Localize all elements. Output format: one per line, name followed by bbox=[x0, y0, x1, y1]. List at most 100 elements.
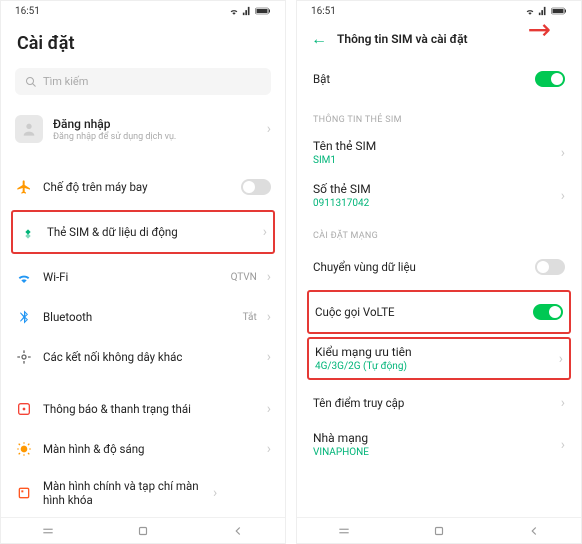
status-icons bbox=[525, 6, 567, 16]
enable-row[interactable]: Bật bbox=[297, 57, 581, 101]
chevron-right-icon: › bbox=[267, 121, 271, 137]
notify-label: Thông báo & thanh trạng thái bbox=[43, 402, 257, 416]
bluetooth-icon bbox=[15, 308, 33, 326]
search-placeholder: Tìm kiếm bbox=[43, 75, 88, 88]
nav-back-icon[interactable] bbox=[230, 523, 246, 539]
carrier-label: Nhà mạng bbox=[313, 431, 561, 445]
chevron-right-icon: › bbox=[561, 437, 565, 453]
home-lock-icon bbox=[15, 484, 33, 502]
right-phone-screen: ↗ 16:51 ← Thông tin SIM và cài đặt Bật T… bbox=[296, 0, 582, 544]
enable-label: Bật bbox=[313, 72, 525, 86]
screen-title: Thông tin SIM và cài đặt bbox=[337, 32, 468, 46]
search-input[interactable]: Tìm kiếm bbox=[15, 68, 271, 95]
wifi-icon bbox=[525, 6, 535, 16]
battery-icon bbox=[551, 6, 567, 16]
chevron-right-icon: › bbox=[213, 485, 217, 501]
bluetooth-label: Bluetooth bbox=[43, 310, 233, 324]
nav-recent-icon[interactable] bbox=[40, 523, 56, 539]
battery-icon bbox=[255, 6, 271, 16]
search-icon bbox=[25, 76, 37, 88]
left-phone-screen: 16:51 Cài đặt Tìm kiếm Đăng nhập Đăng nh… bbox=[0, 0, 286, 544]
volte-row[interactable]: Cuộc gọi VoLTE bbox=[309, 292, 569, 332]
volte-label: Cuộc gọi VoLTE bbox=[315, 305, 523, 319]
chevron-right-icon: › bbox=[267, 309, 271, 325]
home-lock-label: Màn hình chính và tạp chí màn hình khóa bbox=[43, 479, 203, 507]
other-wireless-label: Các kết nối không dây khác bbox=[43, 350, 257, 364]
avatar-icon bbox=[15, 115, 43, 143]
preferred-value: 4G/3G/2G (Tự động) bbox=[315, 361, 559, 372]
roaming-toggle[interactable] bbox=[535, 259, 565, 275]
preferred-row[interactable]: Kiểu mạng ưu tiên 4G/3G/2G (Tự động) › bbox=[309, 339, 569, 378]
login-title: Đăng nhập bbox=[53, 117, 257, 131]
wifi-icon bbox=[15, 268, 33, 286]
nav-home-icon[interactable] bbox=[135, 523, 151, 539]
bluetooth-value: Tắt bbox=[243, 312, 257, 323]
carrier-value: VINAPHONE bbox=[313, 447, 561, 458]
nav-bar bbox=[297, 517, 581, 543]
chevron-right-icon: › bbox=[559, 351, 563, 367]
airplane-toggle[interactable] bbox=[241, 179, 271, 195]
preferred-highlight: Kiểu mạng ưu tiên 4G/3G/2G (Tự động) › bbox=[307, 337, 571, 380]
section-sim-info: THÔNG TIN THẺ SIM bbox=[297, 101, 581, 131]
signal-icon bbox=[242, 6, 252, 16]
nav-home-icon[interactable] bbox=[431, 523, 447, 539]
header: ← Thông tin SIM và cài đặt bbox=[297, 21, 581, 57]
bluetooth-row[interactable]: Bluetooth Tắt › bbox=[1, 297, 285, 337]
status-bar: 16:51 bbox=[1, 1, 285, 21]
enable-toggle[interactable] bbox=[535, 71, 565, 87]
other-wireless-row[interactable]: Các kết nối không dây khác › bbox=[1, 337, 285, 377]
sim-number-row[interactable]: Số thẻ SIM 0911317042 › bbox=[297, 174, 581, 217]
login-row[interactable]: Đăng nhập Đăng nhập để sử dụng dịch vụ. … bbox=[15, 105, 271, 153]
apn-label: Tên điểm truy cập bbox=[313, 396, 551, 410]
chevron-right-icon: › bbox=[561, 188, 565, 204]
volte-toggle[interactable] bbox=[533, 304, 563, 320]
sim-icon bbox=[19, 223, 37, 241]
connection-icon bbox=[15, 348, 33, 366]
chevron-right-icon: › bbox=[561, 395, 565, 411]
back-button[interactable]: ← bbox=[311, 29, 327, 49]
wifi-label: Wi-Fi bbox=[43, 270, 221, 284]
chevron-right-icon: › bbox=[267, 401, 271, 417]
status-bar: 16:51 bbox=[297, 1, 581, 21]
display-row[interactable]: Màn hình & độ sáng › bbox=[1, 429, 285, 469]
volte-highlight: Cuộc gọi VoLTE bbox=[307, 290, 571, 334]
login-sub: Đăng nhập để sử dụng dịch vụ. bbox=[53, 132, 257, 142]
chevron-right-icon: › bbox=[561, 145, 565, 161]
sim-number-label: Số thẻ SIM bbox=[313, 182, 561, 196]
section-network: CÀI ĐẶT MẠNG bbox=[297, 217, 581, 247]
chevron-right-icon: › bbox=[263, 224, 267, 240]
sim-row[interactable]: Thẻ SIM & dữ liệu di động › bbox=[13, 212, 273, 252]
display-label: Màn hình & độ sáng bbox=[43, 442, 257, 456]
airplane-label: Chế độ trên máy bay bbox=[43, 180, 231, 194]
roaming-label: Chuyển vùng dữ liệu bbox=[313, 260, 525, 274]
sim-label: Thẻ SIM & dữ liệu di động bbox=[47, 225, 253, 239]
chevron-right-icon: › bbox=[267, 269, 271, 285]
nav-recent-icon[interactable] bbox=[336, 523, 352, 539]
nav-bar bbox=[1, 517, 285, 543]
sim-number-value: 0911317042 bbox=[313, 198, 561, 209]
chevron-right-icon: › bbox=[267, 349, 271, 365]
apn-row[interactable]: Tên điểm truy cập › bbox=[297, 383, 581, 423]
wifi-value: QTVN bbox=[231, 272, 257, 283]
brightness-icon bbox=[15, 440, 33, 458]
page-title: Cài đặt bbox=[1, 21, 285, 62]
status-time: 16:51 bbox=[15, 6, 40, 17]
nav-back-icon[interactable] bbox=[526, 523, 542, 539]
sim-name-value: SIM1 bbox=[313, 155, 561, 166]
sim-name-row[interactable]: Tên thẻ SIM SIM1 › bbox=[297, 131, 581, 174]
roaming-row[interactable]: Chuyển vùng dữ liệu bbox=[297, 247, 581, 287]
chevron-right-icon: › bbox=[267, 441, 271, 457]
sim-highlight: Thẻ SIM & dữ liệu di động › bbox=[11, 210, 275, 254]
wifi-row[interactable]: Wi-Fi QTVN › bbox=[1, 257, 285, 297]
home-lock-row[interactable]: Màn hình chính và tạp chí màn hình khóa … bbox=[1, 469, 285, 517]
preferred-label: Kiểu mạng ưu tiên bbox=[315, 345, 559, 359]
status-time: 16:51 bbox=[311, 6, 336, 17]
wifi-icon bbox=[229, 6, 239, 16]
status-icons bbox=[229, 6, 271, 16]
sim-name-label: Tên thẻ SIM bbox=[313, 139, 561, 153]
notify-icon bbox=[15, 400, 33, 418]
signal-icon bbox=[538, 6, 548, 16]
carrier-row[interactable]: Nhà mạng VINAPHONE › bbox=[297, 423, 581, 466]
notify-row[interactable]: Thông báo & thanh trạng thái › bbox=[1, 389, 285, 429]
airplane-row[interactable]: Chế độ trên máy bay bbox=[1, 167, 285, 207]
